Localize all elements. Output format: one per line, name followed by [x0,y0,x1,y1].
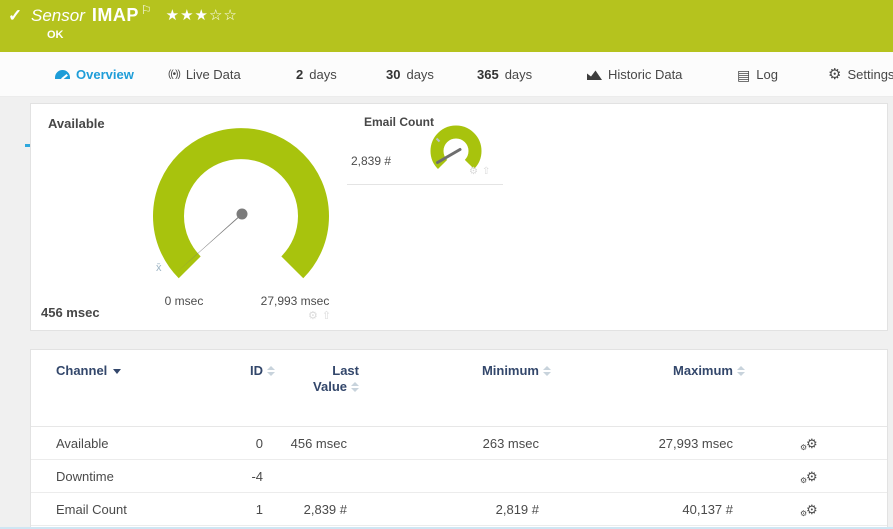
column-label: Last [332,363,359,378]
tab-label: Log [756,67,778,82]
column-header-minimum[interactable]: Minimum [359,363,551,378]
tab-number: 30 [386,67,401,82]
gear-icon: ⚙ [806,468,818,484]
table-row: Available 0 456 msec 263 msec 27,993 mse… [31,427,887,460]
tab-bar: Overview ((•)) Live Data 2 days 30 days … [0,52,893,147]
gear-icon: ⚙ [800,442,808,452]
pin-icon[interactable]: ⇧ [322,309,331,322]
channel-settings-icon[interactable]: ⚙ ⚙ [800,435,818,452]
cell-last-value: 2,839 # [303,501,347,517]
tab-30-days[interactable]: 30 days [386,67,434,82]
cell-minimum: 263 msec [482,435,539,451]
sensor-title-row: Sensor IMAP ⚐ ★★★☆☆ [31,3,238,26]
tab-2-days[interactable]: 2 days [296,67,337,82]
column-header-last-value[interactable]: Last Value [275,363,359,395]
gauge-icon [55,70,70,79]
sensor-kind-label: Sensor [31,6,85,25]
gauge-min-label: 0 msec [164,294,204,308]
tab-label: days [504,67,533,82]
gear-icon: ⚙ [800,475,808,485]
cell-id: -4 [251,468,263,484]
cell-id: 1 [255,501,263,517]
sort-icon[interactable] [267,366,275,376]
column-header-maximum[interactable]: Maximum [551,363,745,378]
live-data-icon: ((•)) [168,69,181,80]
tab-label: Historic Data [608,67,683,82]
primary-gauge-pivot [236,208,248,220]
primary-gauge-value: 456 msec [41,305,100,320]
cell-maximum: 27,993 msec [658,435,733,451]
tab-365-days[interactable]: 365 days [477,67,532,82]
status-check-icon: ✓ [8,6,23,25]
tab-overview[interactable]: Overview [55,67,134,82]
cell-maximum: 40,137 # [682,501,733,517]
channel-settings-icon[interactable]: ⚙ ⚙ [800,501,818,518]
table-header-row: Channel ID Last Value Minimum Maximum [31,350,887,427]
tab-label: Settings [847,67,893,82]
secondary-avg-tick [435,137,441,143]
primary-gauge-arc [153,128,329,279]
tab-number: 365 [477,67,499,82]
sort-icon[interactable] [543,366,551,376]
gear-icon: ⚙ [806,501,818,517]
tab-label: Live Data [185,67,241,82]
table-row: Downtime -4 ⚙ ⚙ [31,460,887,493]
secondary-gauge-actions: ⚙ ⇧ [469,166,490,177]
column-label: Maximum [673,363,733,378]
column-header-channel[interactable]: Channel [31,363,215,378]
gear-icon[interactable]: ⚙ [308,309,318,322]
cell-channel: Email Count [56,501,127,517]
cell-minimum: 2,819 # [495,501,539,517]
tab-settings[interactable]: ⚙ Settings [828,67,893,82]
gauge-max-label: 27,993 msec [260,294,330,308]
status-badge: OK [47,29,64,41]
column-label: Minimum [481,363,539,378]
tab-historic-data[interactable]: Historic Data [587,67,682,82]
gear-icon: ⚙ [806,435,818,451]
sort-icon[interactable] [737,366,745,376]
pin-icon[interactable]: ⇧ [482,166,490,177]
tab-log[interactable]: ▤ Log [737,67,778,82]
gauges-panel: Available x̄ 0 msec 27,993 msec 456 msec… [30,103,888,331]
tab-number: 2 [296,67,304,82]
flag-icon: ⚐ [140,3,152,17]
stars-empty[interactable]: ☆☆ [209,7,238,24]
page-title: IMAP [91,5,139,25]
cell-channel: Downtime [56,468,114,484]
column-header-id[interactable]: ID [215,363,275,378]
tab-label: days [309,67,337,82]
prtg-sensor-page: ✓ Sensor IMAP ⚐ ★★★☆☆ OK Overview ((•)) … [0,0,893,529]
channel-settings-icon[interactable]: ⚙ ⚙ [800,468,818,485]
sensor-header: ✓ Sensor IMAP ⚐ ★★★☆☆ OK [0,0,893,52]
divider [347,184,503,185]
gear-icon: ⚙ [800,508,808,518]
primary-gauge-title: Available [48,116,105,131]
tab-label: Overview [76,67,134,82]
historic-chart-icon [587,69,602,80]
cell-id: 0 [255,435,263,451]
table-row: Email Count 1 2,839 # 2,819 # 40,137 # ⚙… [31,493,887,526]
sort-icon[interactable] [351,382,359,392]
settings-gear-icon: ⚙ [828,66,842,83]
tab-label: days [406,67,434,82]
column-label: ID [250,363,263,378]
secondary-gauge-title: Email Count [364,115,435,129]
tab-live-data[interactable]: ((•)) Live Data [168,67,241,82]
column-label: Channel [56,363,108,378]
secondary-gauge-value: 2,839 # [351,154,392,168]
cell-last-value: 456 msec [290,435,347,451]
average-marker: x̄ [156,262,162,274]
primary-gauge-actions: ⚙ ⇧ [308,309,331,322]
primary-gauge-needle [177,210,245,272]
log-icon: ▤ [737,66,751,83]
secondary-gauge-arc [430,125,482,170]
sort-desc-icon [113,369,122,375]
channel-table-panel: Channel ID Last Value Minimum Maximum Av… [30,349,888,529]
secondary-gauge-needle [436,148,462,164]
cell-channel: Available [56,435,109,451]
priority-stars[interactable]: ★★★☆☆ [166,6,238,24]
stars-filled[interactable]: ★★★ [166,7,209,24]
gear-icon[interactable]: ⚙ [469,166,478,177]
column-label: Value [313,379,347,394]
